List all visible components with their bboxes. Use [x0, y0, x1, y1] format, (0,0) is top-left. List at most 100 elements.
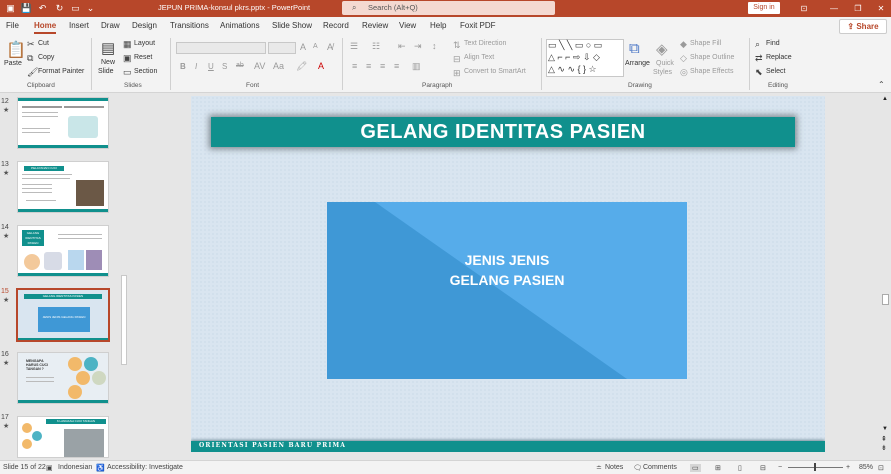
change-case-icon[interactable]: Aa	[273, 61, 284, 71]
bold-button[interactable]: B	[180, 62, 186, 71]
shapes-gallery[interactable]: ▭ ╲ ╲ ▭ ○ ▭ △ ⌐ ⌐ ⇨ ⇩ ◇ △ ∿ ∿ { } ☆	[546, 39, 624, 77]
arrange-button[interactable]: Arrange	[625, 60, 650, 67]
line-spacing-icon[interactable]: ↕	[432, 41, 437, 51]
share-button[interactable]: ⇪ Share	[839, 19, 887, 34]
quick-styles-icon[interactable]: ◈	[656, 40, 668, 58]
slide-vertical-scrollbar[interactable]: ▲ ▼ ⇞ ⇟	[880, 94, 891, 460]
reading-view-icon[interactable]: ▯	[738, 464, 742, 472]
cut-button[interactable]: Cut	[38, 40, 49, 47]
redo-icon[interactable]: ↻	[53, 2, 66, 15]
text-direction-button[interactable]: Text Direction	[464, 40, 506, 47]
content-box[interactable]: JENIS JENIS GELANG PASIEN	[327, 202, 687, 379]
thumbnails-scrollbar[interactable]	[120, 100, 127, 455]
character-spacing-icon[interactable]: AV	[254, 61, 265, 71]
zoom-slider-handle[interactable]	[814, 463, 816, 471]
convert-smartart-button[interactable]: Convert to SmartArt	[464, 68, 526, 75]
clear-formatting-icon[interactable]: A̸	[327, 42, 333, 52]
slide-sorter-icon[interactable]: ⊞	[715, 464, 721, 472]
slide-thumbnail-17[interactable]: 6 LANGKAH CUCI TANGAN	[17, 416, 109, 458]
shape-effects-button[interactable]: Shape Effects	[690, 68, 733, 75]
zoom-in-button[interactable]: +	[846, 464, 850, 471]
language-indicator[interactable]: Indonesian	[58, 464, 92, 471]
columns-icon[interactable]: ▥	[412, 61, 421, 72]
scroll-up-icon[interactable]: ▲	[882, 96, 888, 102]
shape-outline-button[interactable]: Shape Outline	[690, 54, 734, 61]
fit-to-window-icon[interactable]: ⊡	[878, 464, 884, 472]
comments-button[interactable]: Comments	[643, 464, 677, 471]
accessibility-checker[interactable]: Accessibility: Investigate	[107, 464, 183, 471]
section-button[interactable]: Section	[134, 68, 157, 75]
slide-thumbnail-15[interactable]: GELANG IDENTITAS PASIEN JENIS JENIS GELA…	[16, 288, 110, 342]
justify-icon[interactable]: ≡	[394, 61, 399, 71]
new-slide-label-1[interactable]: New	[101, 59, 115, 66]
underline-button[interactable]: U	[208, 62, 214, 71]
tab-design[interactable]: Design	[132, 21, 157, 30]
customize-icon[interactable]: ⌄	[84, 2, 97, 15]
ribbon-display-icon[interactable]: ⊡	[789, 0, 819, 17]
tab-insert[interactable]: Insert	[69, 21, 89, 30]
bullets-icon[interactable]: ☰	[350, 41, 358, 52]
shadow-button[interactable]: S	[222, 62, 227, 71]
font-color-icon[interactable]: A	[318, 61, 324, 71]
slide-thumbnail-12[interactable]	[17, 97, 109, 149]
collapse-ribbon-icon[interactable]: ⌃	[878, 80, 885, 89]
italic-button[interactable]: I	[195, 62, 197, 71]
font-size-combo[interactable]	[268, 42, 296, 54]
start-from-beginning-icon[interactable]: ▭	[69, 2, 82, 15]
autosave-icon[interactable]: ▣	[4, 2, 17, 15]
tab-animations[interactable]: Animations	[220, 21, 260, 30]
select-button[interactable]: Select	[766, 68, 785, 75]
tab-transitions[interactable]: Transitions	[170, 21, 209, 30]
zoom-out-button[interactable]: −	[778, 464, 782, 471]
align-left-icon[interactable]: ≡	[352, 61, 357, 71]
spell-check-icon[interactable]: ▣	[46, 464, 53, 472]
paste-icon[interactable]: 📋	[6, 40, 26, 60]
search-input[interactable]: ⌕ Search (Alt+Q)	[342, 1, 555, 15]
undo-icon[interactable]: ↶	[36, 2, 49, 15]
tab-help[interactable]: Help	[430, 21, 446, 30]
slide-scroll-thumb[interactable]	[882, 294, 889, 305]
save-icon[interactable]: 💾	[20, 2, 33, 15]
align-right-icon[interactable]: ≡	[380, 61, 385, 71]
copy-button[interactable]: Copy	[38, 54, 54, 61]
thumbnails-scroll-thumb[interactable]	[121, 275, 127, 365]
new-slide-label-2[interactable]: Slide	[98, 68, 114, 75]
grow-font-button[interactable]: A	[300, 42, 306, 52]
slide-thumbnail-13[interactable]: PELAYANAN CUCI	[17, 161, 109, 213]
notes-button[interactable]: Notes	[605, 464, 623, 471]
tab-slide-show[interactable]: Slide Show	[272, 21, 312, 30]
arrange-icon[interactable]: ⧉	[629, 40, 640, 57]
align-center-icon[interactable]: ≡	[366, 61, 371, 71]
paste-button[interactable]: Paste	[4, 60, 22, 67]
decrease-indent-icon[interactable]: ⇤	[398, 41, 406, 52]
quick-styles-label-1[interactable]: Quick	[656, 60, 674, 67]
new-slide-icon[interactable]: ▤	[101, 39, 115, 57]
slide-show-icon[interactable]: ⊟	[760, 464, 766, 472]
shape-fill-button[interactable]: Shape Fill	[690, 40, 721, 47]
font-name-combo[interactable]	[176, 42, 266, 54]
strikethrough-button[interactable]: ab	[236, 62, 244, 69]
tab-view[interactable]: View	[399, 21, 416, 30]
align-text-button[interactable]: Align Text	[464, 54, 494, 61]
reset-button[interactable]: Reset	[134, 54, 152, 61]
sign-in-button[interactable]: Sign in	[748, 2, 780, 14]
close-icon[interactable]: ✕	[866, 0, 891, 17]
find-button[interactable]: Find	[766, 40, 780, 47]
tab-file[interactable]: File	[6, 21, 19, 30]
previous-slide-icon[interactable]: ⇞	[881, 435, 887, 443]
tab-record[interactable]: Record	[323, 21, 349, 30]
slide-thumbnail-16[interactable]: MENGAPA HARUS CUCI TANGAN ?	[17, 352, 109, 404]
tab-foxit-pdf[interactable]: Foxit PDF	[460, 21, 496, 30]
next-slide-icon[interactable]: ⇟	[881, 444, 887, 452]
quick-styles-label-2[interactable]: Styles	[653, 69, 672, 76]
tab-review[interactable]: Review	[362, 21, 388, 30]
title-banner[interactable]: GELANG IDENTITAS PASIEN	[211, 117, 795, 147]
slide-thumbnail-14[interactable]: GELANG IDENTITAS PASIEN	[17, 225, 109, 277]
numbering-icon[interactable]: ☷	[372, 41, 380, 52]
highlight-icon[interactable]: 🖍	[296, 61, 307, 72]
tab-home[interactable]: Home	[34, 21, 56, 30]
current-slide[interactable]: GELANG IDENTITAS PASIEN JENIS JENIS GELA…	[191, 96, 825, 452]
normal-view-icon[interactable]: ▭	[690, 464, 701, 472]
shrink-font-button[interactable]: A	[313, 43, 318, 50]
tab-draw[interactable]: Draw	[101, 21, 120, 30]
